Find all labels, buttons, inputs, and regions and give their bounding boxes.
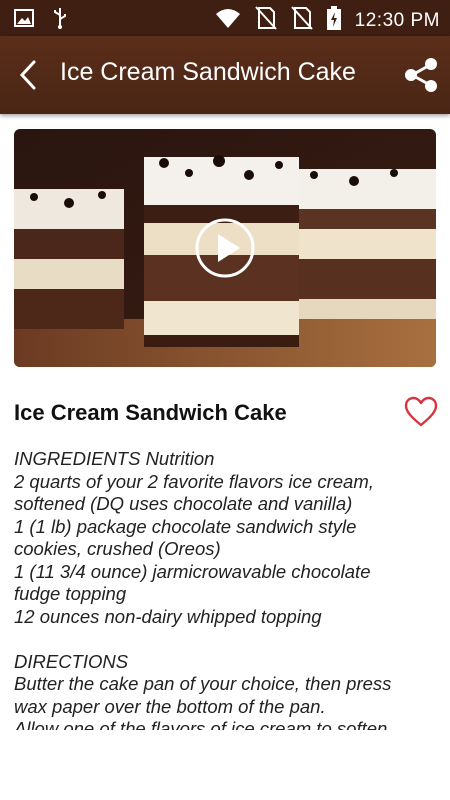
app-bar: Ice Cream Sandwich Cake: [0, 36, 450, 114]
text-line: 1 (11 3/4 ounce) jarmicrowavable chocola…: [14, 560, 371, 582]
chevron-left-icon: [19, 60, 36, 90]
text-line: INGREDIENTS Nutrition: [14, 448, 215, 469]
no-sim-icon: [254, 6, 277, 35]
text-line: wax paper over the bottom of the pan.: [14, 695, 326, 717]
status-bar: 12:30 PM: [0, 0, 450, 36]
battery-charging-icon: [326, 6, 341, 35]
share-icon: [405, 58, 437, 92]
heart-outline-icon: [404, 396, 438, 427]
text-line: 2 quarts of your 2 favorite flavors ice …: [14, 470, 374, 492]
text-line: Allow one of the flavors of ice cream to…: [14, 718, 388, 730]
text-line: DIRECTIONS: [14, 650, 129, 672]
page-title: Ice Cream Sandwich Cake: [60, 58, 356, 86]
image-icon: [14, 8, 34, 33]
recipe-text: INGREDIENTS Nutrition 2 quarts of your 2…: [14, 448, 434, 730]
recipe-title: Ice Cream Sandwich Cake: [14, 400, 287, 425]
text-line: 12 ounces non-dairy whipped topping: [14, 605, 322, 627]
text-line: cookies, crushed (Oreos): [14, 538, 221, 559]
play-button[interactable]: [194, 217, 256, 279]
recipe-video-thumbnail[interactable]: [14, 129, 436, 367]
clock: 12:30 PM: [354, 9, 440, 31]
share-button[interactable]: [402, 56, 440, 94]
wifi-icon: [215, 7, 241, 34]
usb-icon: [52, 7, 68, 34]
no-sim-icon: [290, 6, 313, 35]
play-icon: [195, 218, 255, 278]
text-line: 1 (1 lb) package chocolate sandwich styl…: [14, 515, 357, 537]
back-button[interactable]: [12, 56, 46, 94]
favorite-button[interactable]: [404, 396, 438, 428]
text-line: softened (DQ uses chocolate and vanilla): [14, 493, 353, 514]
text-line: Butter the cake pan of your choice, then…: [14, 673, 392, 694]
text-line: fudge topping: [14, 583, 127, 604]
